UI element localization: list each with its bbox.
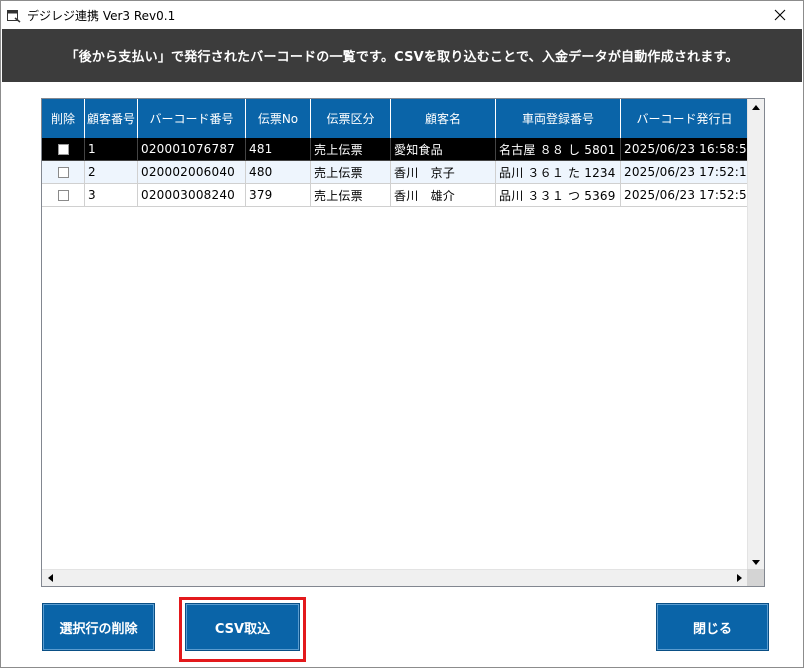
delete-checkbox[interactable] <box>57 189 69 201</box>
vertical-scrollbar[interactable] <box>747 99 764 571</box>
column-header-customer-no[interactable]: 顧客番号 <box>85 99 138 138</box>
scrollbar-corner <box>747 569 764 586</box>
column-header-vehicle[interactable]: 車両登録番号 <box>496 99 621 138</box>
banner-text: 「後から支払い」で発行されたバーコードの一覧です。CSVを取り込むことで、入金デ… <box>65 50 739 65</box>
column-header-slip-no[interactable]: 伝票No <box>246 99 311 138</box>
vehicle-cell: 名古屋 ８８ し 5801 <box>496 138 621 161</box>
arrow-up-icon <box>752 105 760 110</box>
title-bar: デジレジ連携 Ver3 Rev0.1 <box>1 1 803 29</box>
scroll-right-button[interactable] <box>731 570 748 586</box>
issued-cell: 2025/06/23 17:52:55 <box>621 184 749 207</box>
column-header-slip-type[interactable]: 伝票区分 <box>311 99 391 138</box>
close-button[interactable]: 閉じる <box>656 603 769 651</box>
column-header-customer-name[interactable]: 顧客名 <box>391 99 496 138</box>
table-row[interactable]: 3 020003008240 379 売上伝票 香川 雄介 品川 ３３１ つ 5… <box>42 184 749 207</box>
issued-cell: 2025/06/23 16:58:57 <box>621 138 749 161</box>
customer-name-cell: 香川 京子 <box>391 161 496 184</box>
barcode-cell: 020001076787 <box>138 138 246 161</box>
window-close-button[interactable] <box>757 1 803 29</box>
barcode-grid[interactable]: 削除 顧客番号 バーコード番号 伝票No 伝票区分 顧客名 車両登録番号 バーコ… <box>41 98 765 587</box>
customer-no-cell: 3 <box>85 184 138 207</box>
customer-name-cell: 香川 雄介 <box>391 184 496 207</box>
delete-selected-button[interactable]: 選択行の削除 <box>42 603 155 651</box>
issued-cell: 2025/06/23 17:52:13 <box>621 161 749 184</box>
barcode-cell: 020002006040 <box>138 161 246 184</box>
table-row[interactable]: 1 020001076787 481 売上伝票 愛知食品 名古屋 ８８ し 58… <box>42 138 749 161</box>
app-icon <box>7 8 21 23</box>
delete-checkbox-cell[interactable] <box>42 138 85 161</box>
horizontal-scroll-track[interactable] <box>59 573 731 584</box>
arrow-right-icon <box>737 574 742 582</box>
column-header-barcode[interactable]: バーコード番号 <box>138 99 246 138</box>
delete-checkbox[interactable] <box>57 166 69 178</box>
slip-no-cell: 379 <box>246 184 311 207</box>
grid-rows: 1 020001076787 481 売上伝票 愛知食品 名古屋 ８８ し 58… <box>42 138 749 207</box>
column-header-delete[interactable]: 削除 <box>42 99 85 138</box>
arrow-left-icon <box>48 574 53 582</box>
customer-no-cell: 2 <box>85 161 138 184</box>
barcode-cell: 020003008240 <box>138 184 246 207</box>
info-banner: 「後から支払い」で発行されたバーコードの一覧です。CSVを取り込むことで、入金デ… <box>2 29 802 82</box>
slip-type-cell: 売上伝票 <box>311 161 391 184</box>
customer-name-cell: 愛知食品 <box>391 138 496 161</box>
scroll-left-button[interactable] <box>42 570 59 586</box>
delete-checkbox-cell[interactable] <box>42 184 85 207</box>
main-window: デジレジ連携 Ver3 Rev0.1 「後から支払い」で発行されたバーコードの一… <box>0 0 804 668</box>
slip-type-cell: 売上伝票 <box>311 184 391 207</box>
horizontal-scrollbar[interactable] <box>42 569 748 586</box>
window-title: デジレジ連携 Ver3 Rev0.1 <box>27 9 176 23</box>
column-header-issued[interactable]: バーコード発行日 <box>621 99 749 138</box>
scroll-up-button[interactable] <box>748 99 764 116</box>
delete-checkbox[interactable] <box>57 143 69 155</box>
vehicle-cell: 品川 ３３１ つ 5369 <box>496 184 621 207</box>
slip-no-cell: 480 <box>246 161 311 184</box>
vertical-scroll-track[interactable] <box>750 116 762 554</box>
customer-no-cell: 1 <box>85 138 138 161</box>
close-icon <box>774 9 786 21</box>
grid-header: 削除 顧客番号 バーコード番号 伝票No 伝票区分 顧客名 車両登録番号 バーコ… <box>42 99 749 138</box>
arrow-down-icon <box>752 560 760 565</box>
table-row[interactable]: 2 020002006040 480 売上伝票 香川 京子 品川 ３６１ た 1… <box>42 161 749 184</box>
csv-import-button[interactable]: CSV取込 <box>185 603 300 651</box>
vehicle-cell: 品川 ３６１ た 1234 <box>496 161 621 184</box>
slip-type-cell: 売上伝票 <box>311 138 391 161</box>
delete-checkbox-cell[interactable] <box>42 161 85 184</box>
slip-no-cell: 481 <box>246 138 311 161</box>
